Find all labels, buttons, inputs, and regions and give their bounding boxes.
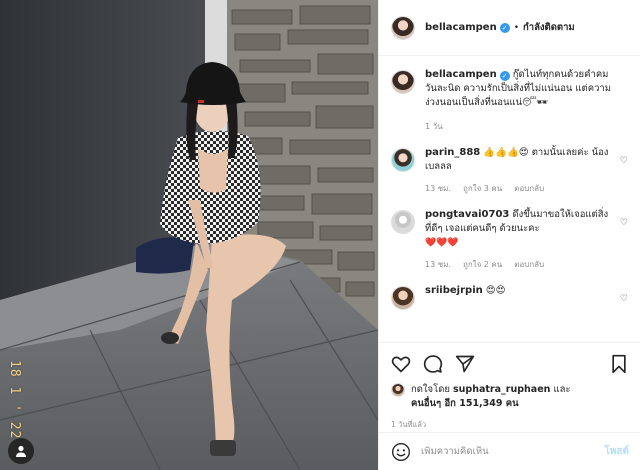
comment-like-heart-icon[interactable]: ♡ [620, 156, 628, 166]
photo-date-stamp: 18 1 ' 22 [7, 360, 22, 440]
save-button[interactable] [609, 354, 629, 374]
liker-avatar[interactable] [391, 383, 405, 397]
comment-likes[interactable]: ถูกใจ 2 คน [463, 258, 502, 272]
verified-badge-icon: ✓ [499, 71, 510, 81]
caption-time[interactable]: 1 วัน [425, 120, 614, 134]
paper-plane-icon [455, 355, 475, 373]
post-photo[interactable]: 18 1 ' 22 [0, 0, 378, 470]
comment-like-heart-icon[interactable]: ♡ [620, 218, 628, 228]
author-avatar[interactable] [391, 15, 415, 40]
caption-avatar[interactable] [391, 70, 415, 94]
comment-item: pongtavai0703 ดึงขึ้นมาขอให้เจอแต่สิ่งที… [391, 196, 628, 272]
likes-prefix: กดใจโดย [411, 384, 450, 395]
comment-button[interactable] [423, 354, 443, 374]
likes-middle: และ [553, 384, 571, 395]
post-timestamp[interactable]: 1 วันที่แล้ว [391, 419, 629, 431]
comment-like-heart-icon[interactable]: ♡ [620, 294, 628, 304]
commenter-username[interactable]: parin_888 [425, 147, 480, 158]
author-username[interactable]: bellacampen [425, 22, 497, 33]
caption-emoji: 😴🕶 [522, 98, 548, 108]
commenter-username[interactable]: pongtavai0703 [425, 209, 509, 220]
post-actions: กดใจโดย suphatra_ruphaen และ คนอื่นๆ อีก… [379, 342, 640, 431]
add-comment-bar: โพสต์ [379, 432, 640, 470]
tag-people-button[interactable] [8, 438, 34, 464]
post-header: bellacampen ✓ • กำลังติดตาม [379, 0, 640, 56]
share-button[interactable] [455, 354, 475, 374]
commenter-avatar[interactable] [391, 286, 415, 310]
bookmark-icon [612, 354, 626, 374]
comment-time[interactable]: 13 ชม. [425, 258, 451, 272]
heart-icon [391, 356, 411, 373]
comment-likes[interactable]: ถูกใจ 3 คน [463, 182, 502, 196]
caption-username[interactable]: bellacampen [425, 69, 497, 80]
post-comment-button[interactable]: โพสต์ [604, 444, 629, 459]
caption: bellacampen ✓ กู๊ดไนท์ทุกคนด้วยคำคม วันละ… [391, 56, 628, 134]
comment-item: parin_888 👍👍👍😍 ตามนั้นเลยค่ะ น้องเบลลล 1… [391, 134, 628, 196]
commenter-avatar[interactable] [391, 148, 415, 172]
comment-text: 😍😍 [485, 285, 506, 296]
comment-item: sriibejrpin 😍😍 ♡ [391, 272, 628, 310]
photo-scene [0, 0, 378, 470]
reply-button[interactable]: ตอบกลับ [514, 182, 544, 196]
comment-emoji: ❤️❤️❤️ [425, 238, 459, 248]
likes-others-link[interactable]: คนอื่นๆ อีก 151,349 คน [411, 398, 519, 409]
comment-input[interactable] [421, 446, 599, 457]
liker-username[interactable]: suphatra_ruphaen [453, 384, 550, 395]
verified-badge-icon: ✓ [499, 22, 510, 33]
commenter-username[interactable]: sriibejrpin [425, 285, 483, 296]
emoji-smile-icon[interactable] [391, 442, 411, 462]
commenter-avatar[interactable] [391, 210, 415, 234]
likes-summary: กดใจโดย suphatra_ruphaen และ คนอื่นๆ อีก… [391, 383, 629, 411]
header-separator: • [513, 22, 520, 33]
reply-button[interactable]: ตอบกลับ [514, 258, 544, 272]
post-side-panel: bellacampen ✓ • กำลังติดตาม bellacampen ✓… [378, 0, 640, 470]
comment-time[interactable]: 13 ชม. [425, 182, 451, 196]
comments-list[interactable]: bellacampen ✓ กู๊ดไนท์ทุกคนด้วยคำคม วันละ… [379, 56, 640, 340]
like-button[interactable] [391, 354, 411, 374]
user-tag-icon [16, 445, 26, 457]
comment-bubble-icon [423, 355, 443, 373]
following-button[interactable]: กำลังติดตาม [523, 20, 575, 35]
